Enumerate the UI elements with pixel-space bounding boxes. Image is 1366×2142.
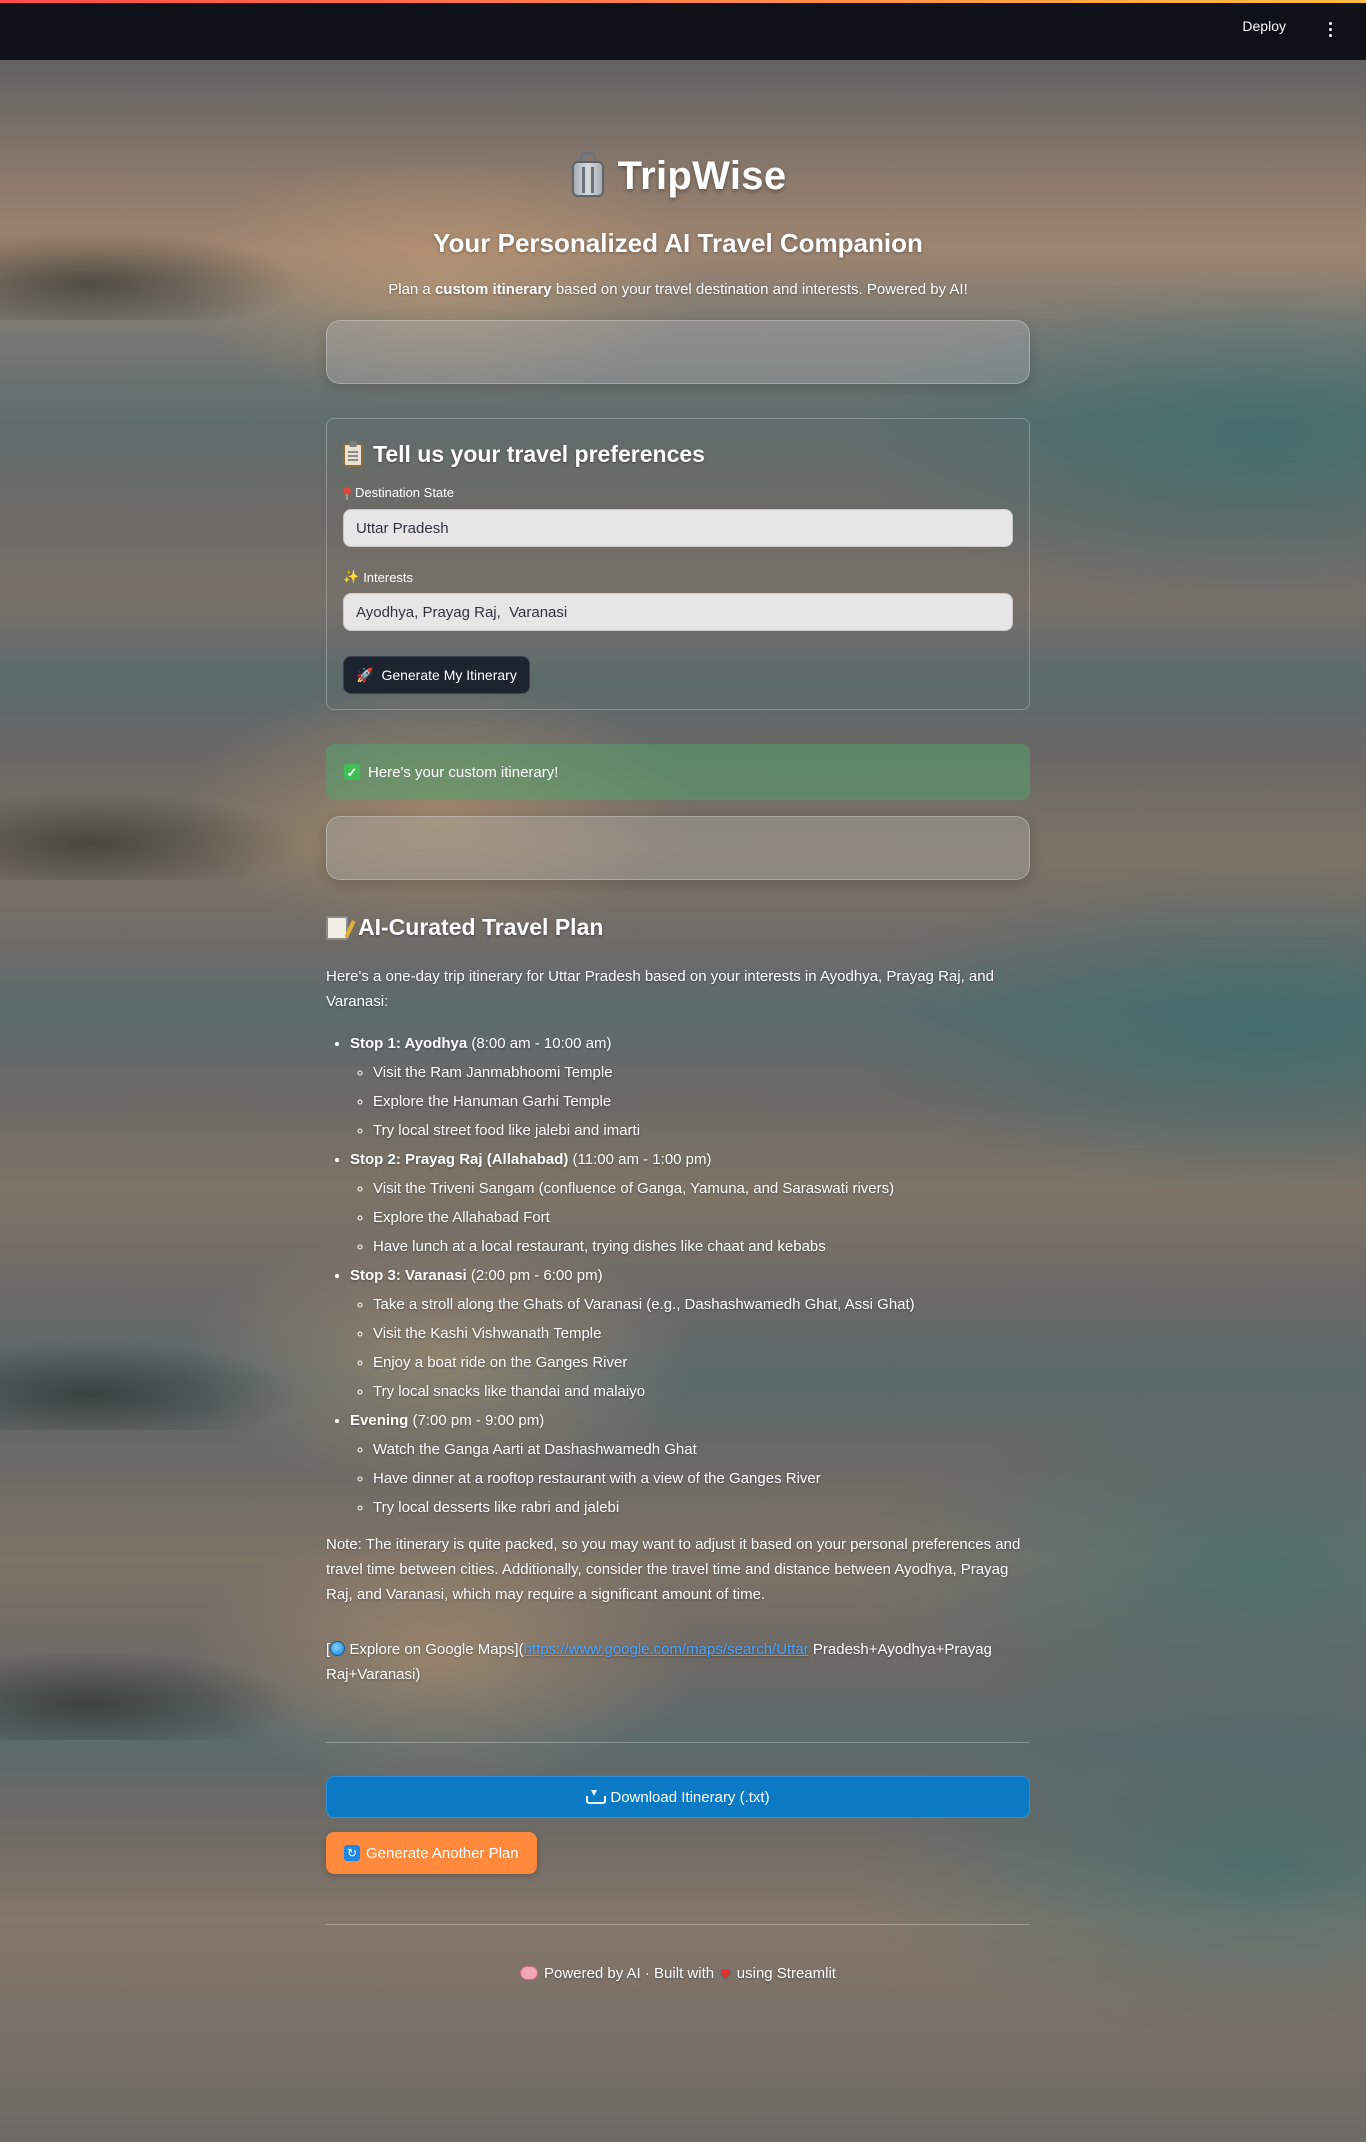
inbox-tray-icon xyxy=(586,1790,607,1804)
refresh-icon: ↻ xyxy=(344,1845,360,1861)
activity-item: Have dinner at a rooftop restaurant with… xyxy=(373,1466,1030,1491)
title-row: TripWise xyxy=(326,148,1030,204)
app-subtitle: Your Personalized AI Travel Companion xyxy=(433,228,923,258)
stop-item: Evening (7:00 pm - 9:00 pm) Watch the Ga… xyxy=(350,1408,1030,1520)
pushpin-icon xyxy=(343,486,351,500)
activity-item: Try local snacks like thandai and malaiy… xyxy=(373,1379,1030,1404)
clipboard-icon xyxy=(343,440,363,467)
glass-card xyxy=(326,320,1030,384)
interests-label: ✨ Interests xyxy=(343,569,414,585)
glass-card xyxy=(326,816,1030,880)
preferences-form: Tell us your travel preferences Destinat… xyxy=(326,418,1030,710)
activity-item: Watch the Ganga Aarti at Dashashwamedh G… xyxy=(373,1437,1030,1462)
rocket-icon: 🚀 xyxy=(356,666,374,683)
activity-item: Explore the Hanuman Garhi Temple xyxy=(373,1089,1030,1114)
activity-item: Enjoy a boat ride on the Ganges River xyxy=(373,1350,1030,1375)
app-title: TripWise xyxy=(617,153,787,198)
stop-item: Stop 3: Varanasi (2:00 pm - 6:00 pm) Tak… xyxy=(350,1263,1030,1404)
activity-item: Try local desserts like rabri and jalebi xyxy=(373,1495,1030,1520)
divider xyxy=(326,1924,1030,1925)
maps-line: [ Explore on Google Maps](https://www.go… xyxy=(326,1641,992,1683)
stop-item: Stop 2: Prayag Raj (Allahabad) (11:00 am… xyxy=(350,1147,1030,1259)
activity-item: Take a stroll along the Ghats of Varanas… xyxy=(373,1292,1030,1317)
activity-item: Have lunch at a local restaurant, trying… xyxy=(373,1234,1030,1259)
header-decoration xyxy=(0,0,1366,3)
heart-icon: ♥ xyxy=(720,1963,731,1983)
palm-trees xyxy=(0,230,300,320)
destination-label: Destination State xyxy=(343,485,454,500)
deploy-button[interactable]: Deploy xyxy=(1242,18,1286,34)
plan-title: AI-Curated Travel Plan xyxy=(326,914,603,941)
main-menu-icon[interactable] xyxy=(1322,17,1338,41)
app-tagline: Plan a custom itinerary based on your tr… xyxy=(388,281,968,298)
download-itinerary-button[interactable]: Download Itinerary (.txt) xyxy=(326,1776,1030,1818)
stop-list: Stop 1: Ayodhya (8:00 am - 10:00 am) Vis… xyxy=(326,1031,1030,1520)
brain-icon xyxy=(520,1966,538,1980)
google-maps-link[interactable]: https://www.google.com/maps/search/Uttar xyxy=(524,1641,809,1658)
check-icon: ✓ xyxy=(344,764,360,780)
ocean-waves xyxy=(846,1700,1366,2040)
plan-note: Note: The itinerary is quite packed, so … xyxy=(326,1536,1021,1603)
footer: Powered by AI · Built with ♥ using Strea… xyxy=(326,1964,1030,1982)
sparkles-icon: ✨ xyxy=(343,569,360,584)
generate-itinerary-button[interactable]: 🚀 Generate My Itinerary xyxy=(343,656,530,694)
activity-item: Visit the Ram Janmabhoomi Temple xyxy=(373,1060,1030,1085)
form-title: Tell us your travel preferences xyxy=(343,440,705,468)
app-header: Deploy xyxy=(0,0,1366,60)
activity-item: Try local street food like jalebi and im… xyxy=(373,1118,1030,1143)
stop-item: Stop 1: Ayodhya (8:00 am - 10:00 am) Vis… xyxy=(350,1031,1030,1143)
activity-item: Visit the Triveni Sangam (confluence of … xyxy=(373,1176,1030,1201)
palm-trees xyxy=(0,1340,300,1430)
memo-icon xyxy=(326,915,348,940)
activity-item: Visit the Kashi Vishwanath Temple xyxy=(373,1321,1030,1346)
divider xyxy=(326,1742,1030,1743)
globe-icon xyxy=(330,1641,346,1656)
luggage-icon xyxy=(570,152,606,200)
palm-trees xyxy=(0,1650,300,1740)
itinerary-content: Here's a one-day trip itinerary for Utta… xyxy=(326,964,1030,1704)
success-alert: ✓ Here's your custom itinerary! xyxy=(326,744,1030,800)
interests-input[interactable] xyxy=(343,593,1013,631)
plan-intro: Here's a one-day trip itinerary for Utta… xyxy=(326,968,994,1010)
destination-input[interactable] xyxy=(343,509,1013,547)
generate-another-plan-button[interactable]: ↻ Generate Another Plan xyxy=(326,1832,537,1874)
palm-trees xyxy=(0,790,300,880)
activity-item: Explore the Allahabad Fort xyxy=(373,1205,1030,1230)
